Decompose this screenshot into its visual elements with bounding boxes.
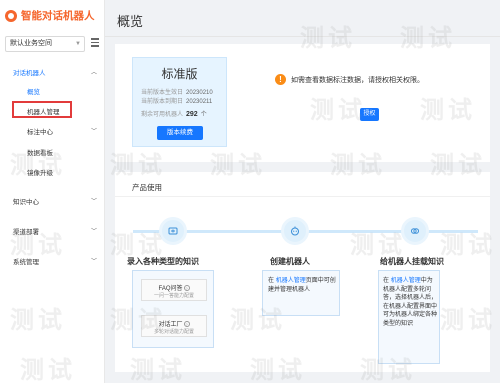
step2-text: 在 机器人管理页面中可创建并管理机器人 — [268, 278, 336, 293]
nav-item-overview[interactable]: 概览 — [0, 86, 105, 96]
watermark: 测试 — [420, 97, 476, 124]
watermark: 测试 — [10, 232, 66, 259]
watermark: 测试 — [440, 232, 496, 259]
chevron-down-icon: ▼ — [75, 41, 81, 47]
chevron-down-icon: ﹀ — [90, 199, 97, 205]
remaining-label: 剩余可用机器人 — [141, 112, 184, 118]
faq-item-title: FAQ问答? — [158, 285, 190, 292]
space-select-value: 默认业务空间 — [10, 40, 52, 47]
brand-title: 智能对话机器人 — [21, 10, 95, 22]
remaining-unit: 个 — [200, 112, 207, 118]
version-box: 标准版 当前版本生效日 20230210 当前版本到期日 20230211 剩余可用… — [132, 57, 227, 147]
notice: ! 如需查看数据标注数据，请授权相关权限。 — [275, 74, 424, 85]
highlight-box — [12, 101, 72, 118]
watermark: 测试 — [110, 307, 166, 334]
watermark: 测试 — [300, 25, 356, 52]
watermark: 测试 — [20, 357, 76, 383]
step3-text: 在 机器人管理中为机器人配置多轮问答，选择机器人后，在机器人配置界面中可为机器人… — [383, 278, 438, 327]
nav-group-robot[interactable]: 对话机器人 ︿ — [0, 67, 105, 77]
nav-item-label-center[interactable]: 标注中心 ﹀ — [0, 126, 105, 136]
watermark: 测试 — [210, 152, 266, 179]
nav-item-label-center-label: 标注中心 — [27, 129, 53, 136]
watermark: 测试 — [400, 25, 456, 52]
remaining-row: 剩余可用机器人 292 个 — [141, 109, 207, 118]
space-select[interactable]: 默认业务空间 ▼ — [5, 36, 85, 52]
watermark: 测试 — [10, 307, 66, 334]
robot-manage-link[interactable]: 机器人管理 — [276, 278, 306, 284]
page-title: 概览 — [117, 14, 144, 29]
nav-group-robot-label: 对话机器人 — [13, 70, 46, 77]
watermark: 测试 — [10, 152, 66, 179]
watermark: 测试 — [110, 152, 166, 179]
remaining-value: 292 — [186, 111, 198, 118]
watermark: 测试 — [310, 97, 366, 124]
nav-item-overview-label: 概览 — [27, 89, 40, 96]
nav-group-knowledge[interactable]: 知识中心 ﹀ — [0, 196, 105, 206]
robot-manage-link[interactable]: 机器人管理 — [391, 278, 421, 284]
menu-toggle-icon[interactable] — [91, 38, 99, 48]
expire-date-value: 20230211 — [186, 99, 213, 105]
robot-logo-icon — [5, 9, 17, 22]
chevron-down-icon: ﹀ — [90, 259, 97, 265]
help-icon: ? — [183, 285, 190, 291]
effective-date-row: 当前版本生效日 20230210 — [141, 87, 213, 96]
watermark: 测试 — [440, 307, 496, 334]
usage-card: 产品使用 录入各种类型的知识 FAQ问答? 一问一答能力配置 对话工厂? 多轮对… — [115, 172, 490, 372]
watermark: 测试 — [250, 357, 306, 383]
watermark: 测试 — [360, 357, 416, 383]
renew-button[interactable]: 版本续费 — [157, 126, 203, 140]
chevron-down-icon: ﹀ — [90, 229, 97, 235]
chevron-down-icon: ﹀ — [90, 129, 97, 135]
nav-group-knowledge-label: 知识中心 — [13, 199, 39, 206]
watermark: 测试 — [110, 232, 166, 259]
step2-title: 创建机器人 — [270, 257, 310, 266]
chevron-up-icon: ︿ — [90, 70, 97, 76]
notice-text: 如需查看数据标注数据，请授权相关权限。 — [291, 76, 424, 84]
version-name: 标准版 — [161, 67, 198, 81]
watermark: 测试 — [430, 152, 486, 179]
usage-title: 产品使用 — [132, 183, 162, 192]
faq-item[interactable]: FAQ问答? 一问一答能力配置 — [141, 279, 207, 301]
brand: 智能对话机器人 — [5, 8, 95, 23]
watermark: 测试 — [350, 232, 406, 259]
faq-item-desc: 一问一答能力配置 — [153, 293, 194, 299]
help-icon: ? — [183, 321, 190, 327]
expire-date-label: 当前版本到期日 — [141, 99, 184, 105]
expire-date-row: 当前版本到期日 20230211 — [141, 96, 212, 105]
watermark: 测试 — [130, 357, 186, 383]
warning-icon: ! — [275, 74, 286, 85]
nav-group-system-label: 系统管理 — [13, 259, 39, 266]
watermark: 测试 — [330, 152, 386, 179]
divider — [115, 196, 490, 197]
watermark: 测试 — [230, 307, 286, 334]
robot-icon — [281, 217, 309, 245]
